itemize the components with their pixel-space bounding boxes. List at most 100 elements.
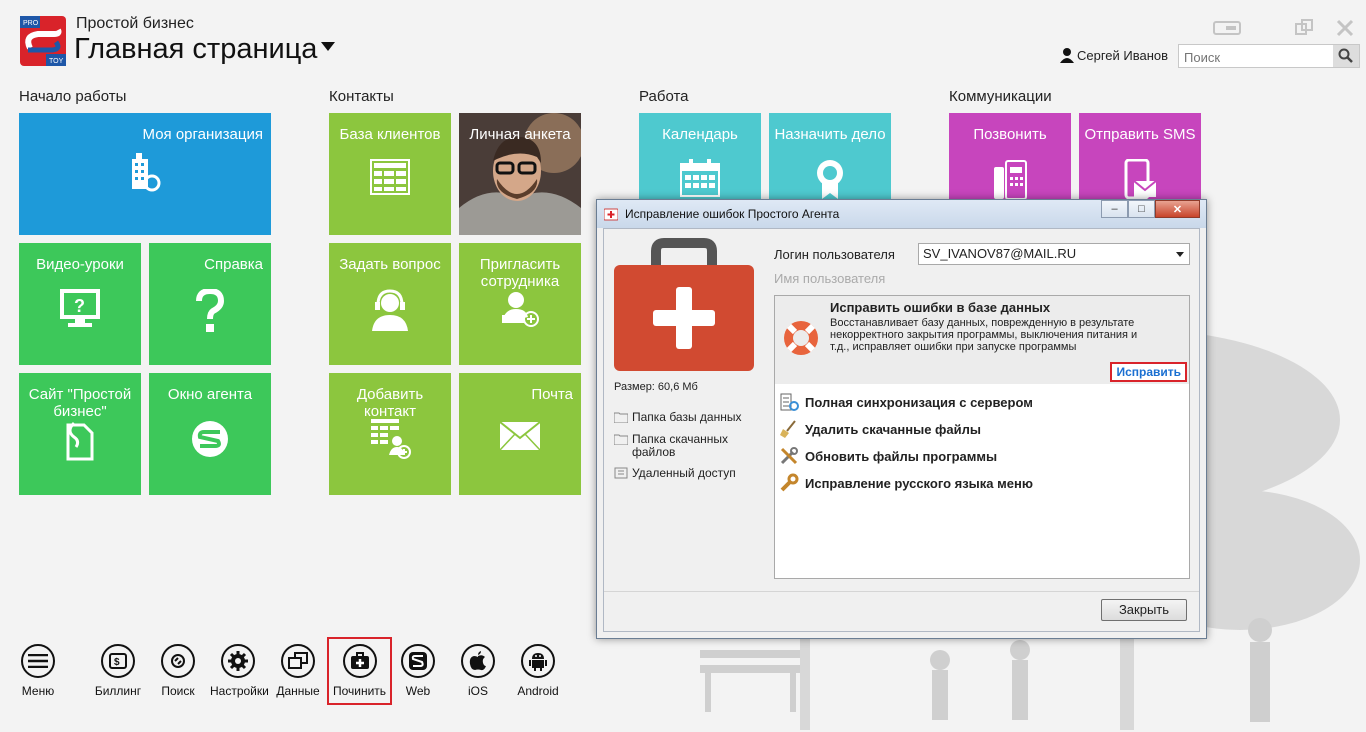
link-label: Папка скачанных файлов xyxy=(632,432,729,459)
user-profile[interactable]: Сергей Иванов xyxy=(1060,48,1168,63)
toolbar-label: Меню xyxy=(21,684,55,698)
tile-website[interactable]: Сайт "Простой бизнес" xyxy=(19,373,141,495)
toolbar-billing[interactable]: $ Биллинг xyxy=(90,644,146,698)
database-size: Размер: 60,6 Мб xyxy=(614,381,698,393)
user-icon xyxy=(1060,48,1074,63)
minimize-icon[interactable] xyxy=(1212,18,1242,38)
broom-icon xyxy=(780,420,796,438)
server-sync-icon xyxy=(780,393,799,411)
wrench-icon xyxy=(780,473,799,492)
tile-my-organization[interactable]: Моя организация xyxy=(19,113,271,235)
app-subtitle: Простой бизнес xyxy=(76,15,194,32)
toolbar-search[interactable]: Поиск xyxy=(150,644,206,698)
tile-mail[interactable]: Почта xyxy=(459,373,581,495)
toolbar-label: Биллинг xyxy=(94,684,142,698)
folder-icon xyxy=(614,412,628,423)
option-fix-russian-menu[interactable]: Исправление русского языка меню xyxy=(779,473,1033,493)
tile-video-lessons[interactable]: Видео-уроки ? xyxy=(19,243,141,365)
lifebuoy-icon xyxy=(784,321,818,355)
tile-label: База клиентов xyxy=(339,126,441,143)
toolbar-web[interactable]: Web xyxy=(390,644,446,698)
toolbar-repair[interactable]: Починить xyxy=(327,637,392,705)
search-icon xyxy=(161,644,195,678)
section-title-communications: Коммуникации xyxy=(949,88,1052,105)
toolbar-ios[interactable]: iOS xyxy=(450,644,506,698)
dialog-window-controls: – □ ✕ xyxy=(1101,200,1200,218)
close-button[interactable]: Закрыть xyxy=(1101,599,1187,621)
first-aid-kit-illustration xyxy=(614,238,754,371)
tile-label: Добавить контакт xyxy=(356,386,424,420)
tile-label: Календарь xyxy=(662,126,738,143)
link-label: Удаленный доступ xyxy=(632,466,736,480)
tools-icon xyxy=(780,447,798,465)
svg-text:?: ? xyxy=(74,296,85,316)
minimize-button[interactable]: – xyxy=(1101,200,1128,218)
option-delete-downloads[interactable]: Удалить скачанные файлы xyxy=(779,419,981,439)
page-title: Главная страница xyxy=(74,33,318,65)
tile-label: Почта xyxy=(531,386,573,403)
tile-agent-window[interactable]: Окно агента xyxy=(149,373,271,495)
tile-help[interactable]: Справка xyxy=(149,243,271,365)
repair-dialog: Исправление ошибок Простого Агента – □ ✕… xyxy=(596,199,1207,639)
toolbar-android[interactable]: Android xyxy=(510,644,566,698)
login-select[interactable]: SV_IVANOV87@MAIL.RU xyxy=(918,243,1190,265)
chevron-down-icon xyxy=(321,41,336,51)
toolbar-label: iOS xyxy=(467,684,488,698)
search-button[interactable] xyxy=(1333,45,1359,67)
link-downloads-folder[interactable]: Папка скачанных файлов xyxy=(614,433,742,459)
gear-icon xyxy=(221,644,255,678)
spreadsheet-icon xyxy=(370,159,410,195)
toolbar-label: Поиск xyxy=(161,684,195,698)
login-label: Логин пользователя xyxy=(774,247,895,262)
tile-label: Отправить SMS xyxy=(1084,126,1196,143)
page-title-dropdown[interactable]: Главная страница xyxy=(74,33,336,66)
tile-personal-profile[interactable]: Личная анкета xyxy=(459,113,581,235)
close-window-button[interactable]: ✕ xyxy=(1155,200,1200,218)
logo-text-pro: PRO xyxy=(23,20,39,27)
section-title-contacts: Контакты xyxy=(329,88,394,105)
toolbar-settings[interactable]: Настройки xyxy=(210,644,269,698)
fix-database-title: Исправить ошибки в базе данных xyxy=(830,300,1051,315)
fix-database-section: Исправить ошибки в базе данных Восстанав… xyxy=(775,296,1189,384)
chevron-down-icon xyxy=(1176,252,1184,257)
option-label: Полная синхронизация с сервером xyxy=(805,394,1033,410)
option-update-files[interactable]: Обновить файлы программы xyxy=(779,446,997,466)
tile-label: Личная анкета xyxy=(469,126,571,143)
user-name: Сергей Иванов xyxy=(1077,48,1169,63)
menu-icon xyxy=(21,644,55,678)
search-input[interactable] xyxy=(1182,46,1336,68)
web-logo-icon xyxy=(401,644,435,678)
section-title-start: Начало работы xyxy=(19,88,127,105)
tile-label: Пригласить сотрудника xyxy=(479,256,561,290)
support-headset-icon xyxy=(372,289,408,331)
close-icon[interactable] xyxy=(1330,18,1360,38)
add-user-icon xyxy=(502,292,539,327)
repair-options-panel: Исправить ошибки в базе данных Восстанав… xyxy=(774,295,1190,579)
tile-label: Сайт "Простой бизнес" xyxy=(28,386,132,420)
tile-invite-employee[interactable]: Пригласить сотрудника xyxy=(459,243,581,365)
logo-text-toy: TOY xyxy=(49,58,64,65)
billing-icon: $ xyxy=(101,644,135,678)
tile-label: Моя организация xyxy=(142,126,263,143)
first-aid-kit-icon xyxy=(342,644,377,678)
restore-icon[interactable] xyxy=(1292,18,1322,38)
tile-add-contact[interactable]: Добавить контакт xyxy=(329,373,451,495)
option-full-sync[interactable]: Полная синхронизация с сервером xyxy=(779,392,1033,412)
link-remote-access[interactable]: Удаленный доступ xyxy=(614,467,736,480)
tile-ask-question[interactable]: Задать вопрос xyxy=(329,243,451,365)
tile-label: Справка xyxy=(204,256,263,273)
tile-label: Видео-уроки xyxy=(36,256,124,273)
maximize-button[interactable]: □ xyxy=(1128,200,1155,218)
login-value: SV_IVANOV87@MAIL.RU xyxy=(923,246,1077,261)
remote-access-icon xyxy=(614,467,628,479)
dialog-body: Размер: 60,6 Мб Папка базы данных Папка … xyxy=(603,228,1200,632)
toolbar-data[interactable]: Данные xyxy=(270,644,326,698)
username-field[interactable]: Имя пользователя xyxy=(774,271,885,286)
link-database-folder[interactable]: Папка базы данных xyxy=(614,411,741,424)
fix-button[interactable]: Исправить xyxy=(1110,362,1187,382)
mobile-message-icon xyxy=(1124,159,1157,200)
toolbar-label: Настройки xyxy=(210,684,269,698)
tile-client-base[interactable]: База клиентов xyxy=(329,113,451,235)
toolbar-menu[interactable]: Меню xyxy=(10,644,66,698)
apple-icon xyxy=(461,644,495,678)
